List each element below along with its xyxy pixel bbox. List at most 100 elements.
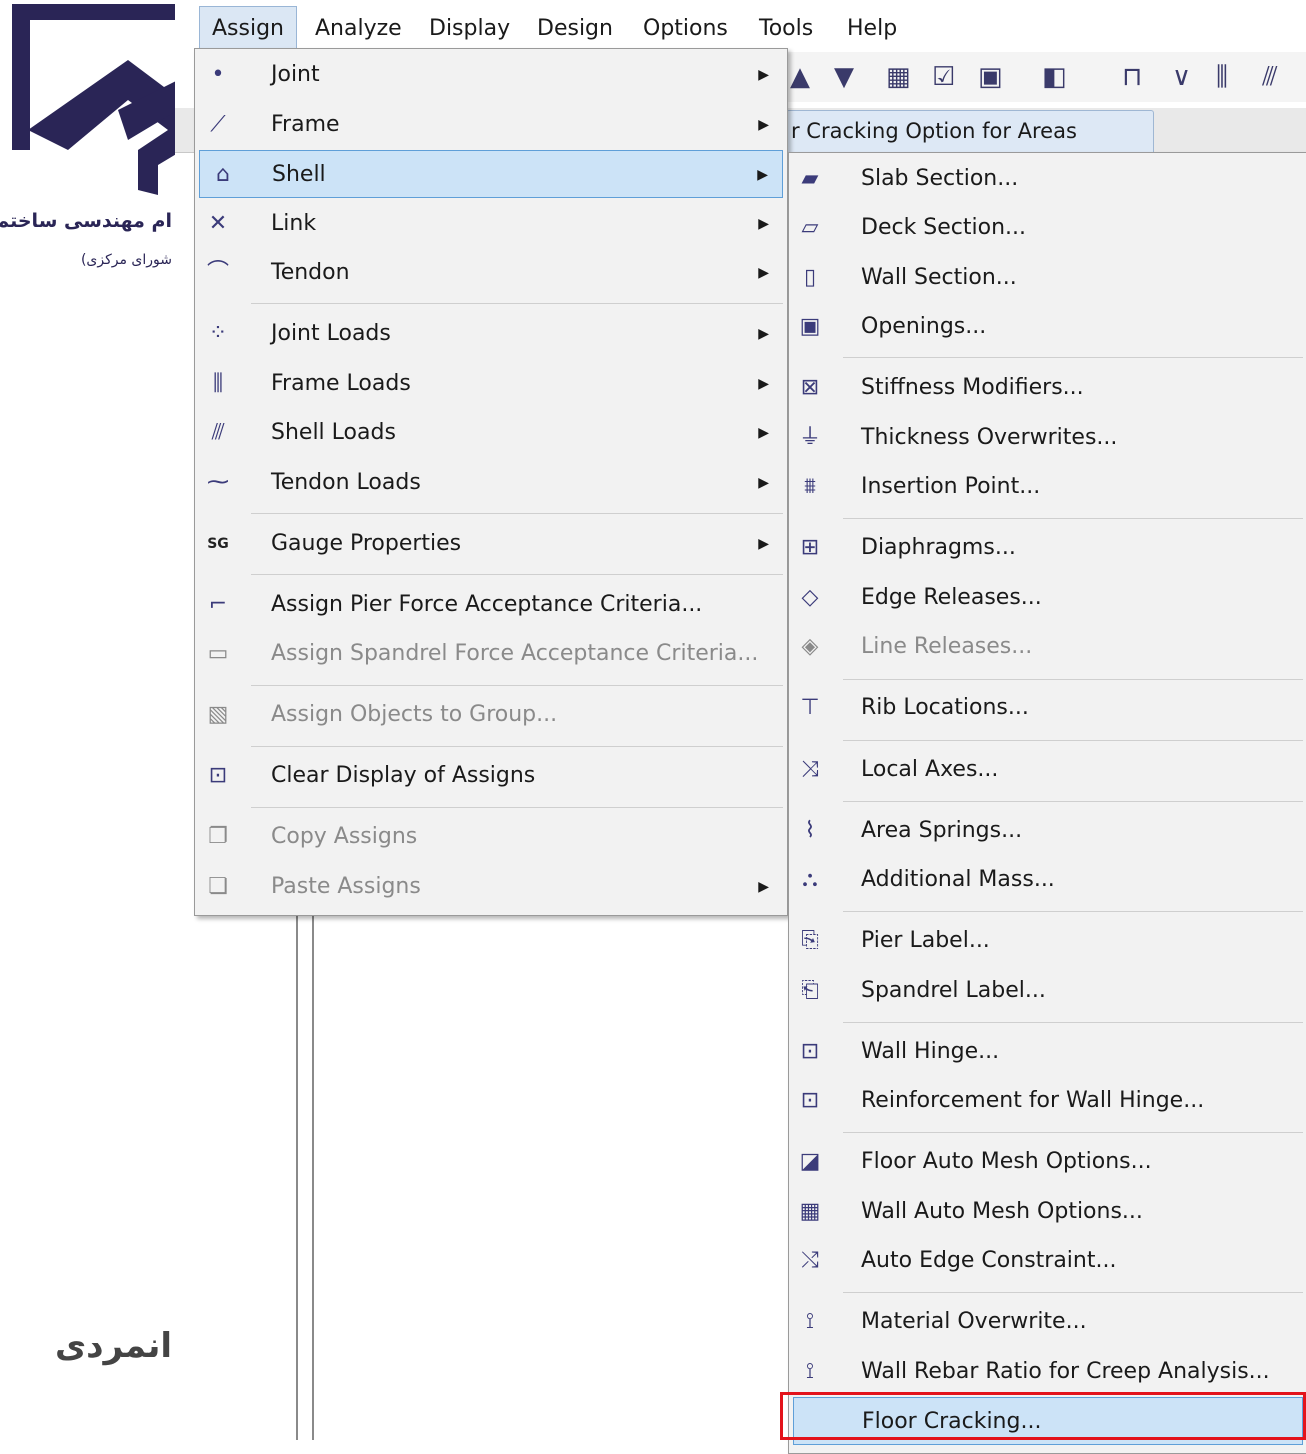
menu-item-insertion-point[interactable]: ⩩ Insertion Point... <box>789 463 1306 511</box>
organization-subtitle: شورای مرکزی) <box>80 252 172 268</box>
edge-release-icon: ◇ <box>801 585 819 610</box>
menu-separator <box>843 518 1303 519</box>
submenu-arrow-icon: ▶ <box>758 475 769 491</box>
local-axes-icon: ⤨ <box>801 757 819 782</box>
menu-item-auto-edge-constraint[interactable]: ⤭ Auto Edge Constraint... <box>789 1237 1306 1285</box>
copy-icon: ❐ <box>208 824 228 849</box>
menu-item-thickness-overwrites[interactable]: ⏚ Thickness Overwrites... <box>789 414 1306 462</box>
menu-help[interactable]: Help <box>835 6 909 50</box>
menu-item-floor-auto-mesh[interactable]: ◪ Floor Auto Mesh Options... <box>789 1138 1306 1186</box>
menu-item-reinforcement-wall-hinge[interactable]: ⊡ Reinforcement for Wall Hinge... <box>789 1077 1306 1125</box>
menu-item-tendon-loads[interactable]: ⁓ Tendon Loads ▶ <box>195 459 787 507</box>
submenu-arrow-icon: ▶ <box>758 536 769 552</box>
menu-separator <box>843 801 1303 802</box>
menu-item-paste-assigns: ❏ Paste Assigns ▶ <box>195 863 787 911</box>
frame-loads-tool-icon[interactable]: ⫼ <box>1216 62 1228 93</box>
tendon-icon: ⌒ <box>206 260 229 285</box>
menu-design[interactable]: Design <box>525 6 625 50</box>
gauge-icon: SG <box>207 536 229 552</box>
view-icon[interactable]: ▣ <box>978 62 1003 92</box>
object-icon[interactable]: ◧ <box>1042 62 1067 92</box>
menu-item-stiffness-modifiers[interactable]: ⊠ Stiffness Modifiers... <box>789 364 1306 412</box>
rebar-ratio-icon: ⟟ <box>805 1359 815 1384</box>
menu-item-material-overwrite[interactable]: ⟟ Material Overwrite... <box>789 1298 1306 1346</box>
menu-item-local-axes[interactable]: ⤨ Local Axes... <box>789 746 1306 794</box>
menu-item-wall-rebar-ratio[interactable]: ⟟ Wall Rebar Ratio for Creep Analysis... <box>789 1348 1306 1396</box>
assign-menu: • Joint ▶ ⟋ Frame ▶ ⌂ Shell ▶ ✕ Link ▶ ⌒… <box>194 48 788 916</box>
stiffness-icon: ⊠ <box>800 375 820 400</box>
pier-force-icon: ⌐ <box>208 592 228 617</box>
group-icon: ▧ <box>207 702 229 727</box>
menu-item-link[interactable]: ✕ Link ▶ <box>195 200 787 248</box>
menu-item-additional-mass[interactable]: ⛬ Additional Mass... <box>789 856 1306 904</box>
insertion-point-icon: ⩩ <box>804 474 816 499</box>
menu-tools[interactable]: Tools <box>747 6 825 50</box>
menu-item-pier-force-criteria[interactable]: ⌐ Assign Pier Force Acceptance Criteria.… <box>195 581 787 629</box>
paste-icon: ❏ <box>208 874 228 899</box>
menu-separator <box>251 513 783 514</box>
menu-item-area-springs[interactable]: ⌇ Area Springs... <box>789 807 1306 855</box>
menu-item-line-releases: ◈ Line Releases... <box>789 623 1306 671</box>
slab-section-icon: ▰ <box>801 166 819 191</box>
shell-icon: ⌂ <box>216 162 230 187</box>
menu-item-frame-loads[interactable]: ⫼ Frame Loads ▶ <box>195 360 787 408</box>
spandrel-label-icon: ⎗ <box>801 978 819 1003</box>
menu-analyze[interactable]: Analyze <box>303 6 414 50</box>
tab-floor-cracking[interactable]: r Cracking Option for Areas <box>786 110 1154 153</box>
menu-item-wall-hinge[interactable]: ⊡ Wall Hinge... <box>789 1028 1306 1076</box>
frame-icon: ⟋ <box>210 112 226 137</box>
menu-item-tendon[interactable]: ⌒ Tendon ▶ <box>195 249 787 297</box>
floor-mesh-icon: ◪ <box>799 1149 821 1174</box>
shell-submenu: ▰ Slab Section... ▱ Deck Section... ▯ Wa… <box>788 152 1306 1454</box>
menu-item-gauge-properties[interactable]: SG Gauge Properties ▶ <box>195 520 787 568</box>
menu-separator <box>251 807 783 808</box>
menu-assign[interactable]: Assign <box>199 6 297 51</box>
menu-item-spandrel-label[interactable]: ⎗ Spandrel Label... <box>789 967 1306 1015</box>
submenu-arrow-icon: ▶ <box>758 879 769 895</box>
menu-item-rib-locations[interactable]: ⊤ Rib Locations... <box>789 684 1306 732</box>
menu-item-shell[interactable]: ⌂ Shell ▶ <box>199 150 783 198</box>
spandrel-force-icon: ▭ <box>207 641 229 666</box>
move-up-icon[interactable]: ▲ <box>790 62 810 92</box>
menu-item-edge-releases[interactable]: ◇ Edge Releases... <box>789 574 1306 622</box>
wall-mesh-icon: ▦ <box>799 1199 821 1224</box>
move-down-icon[interactable]: ▼ <box>834 62 854 92</box>
menu-separator <box>843 1132 1303 1133</box>
submenu-arrow-icon: ▶ <box>758 326 769 342</box>
line-release-icon: ◈ <box>801 634 819 659</box>
openings-icon: ▣ <box>799 314 821 339</box>
joint-icon: • <box>211 62 225 87</box>
menu-separator <box>843 911 1303 912</box>
menu-item-diaphragms[interactable]: ⊞ Diaphragms... <box>789 524 1306 572</box>
menu-item-copy-assigns: ❐ Copy Assigns <box>195 813 787 861</box>
shell-loads-tool-icon[interactable]: ⫻ <box>1262 62 1278 93</box>
brace-icon[interactable]: ∨ <box>1172 62 1191 92</box>
menu-separator <box>843 1022 1303 1023</box>
menu-item-clear-display[interactable]: ⊡ Clear Display of Assigns <box>195 752 787 800</box>
clear-display-icon: ⊡ <box>208 763 228 788</box>
menu-item-frame[interactable]: ⟋ Frame ▶ <box>195 101 787 149</box>
menu-item-spandrel-force-criteria: ▭ Assign Spandrel Force Acceptance Crite… <box>195 630 787 678</box>
menu-options[interactable]: Options <box>631 6 740 50</box>
menu-item-openings[interactable]: ▣ Openings... <box>789 303 1306 351</box>
check-icon[interactable]: ☑ <box>932 62 955 92</box>
frame-draw-icon[interactable]: ⊓ <box>1122 62 1142 92</box>
menu-bar: Assign Analyze Display Design Options To… <box>175 6 1306 51</box>
menu-item-deck-section[interactable]: ▱ Deck Section... <box>789 204 1306 252</box>
submenu-arrow-icon: ▶ <box>758 265 769 281</box>
menu-item-slab-section[interactable]: ▰ Slab Section... <box>789 155 1306 203</box>
menu-item-wall-auto-mesh[interactable]: ▦ Wall Auto Mesh Options... <box>789 1188 1306 1236</box>
menu-item-joint[interactable]: • Joint ▶ <box>195 51 787 99</box>
submenu-arrow-icon: ▶ <box>758 425 769 441</box>
grid-icon[interactable]: ▦ <box>886 62 911 92</box>
menu-separator <box>251 746 783 747</box>
menu-display[interactable]: Display <box>417 6 522 50</box>
menu-item-shell-loads[interactable]: ⫻ Shell Loads ▶ <box>195 409 787 457</box>
window-frame <box>296 910 314 1440</box>
menu-item-wall-section[interactable]: ▯ Wall Section... <box>789 254 1306 302</box>
menu-item-pier-label[interactable]: ⎘ Pier Label... <box>789 917 1306 965</box>
submenu-arrow-icon: ▶ <box>757 167 768 183</box>
shell-loads-icon: ⫻ <box>211 420 225 445</box>
menu-item-joint-loads[interactable]: ⁘ Joint Loads ▶ <box>195 310 787 358</box>
reinforcement-icon: ⊡ <box>800 1088 820 1113</box>
